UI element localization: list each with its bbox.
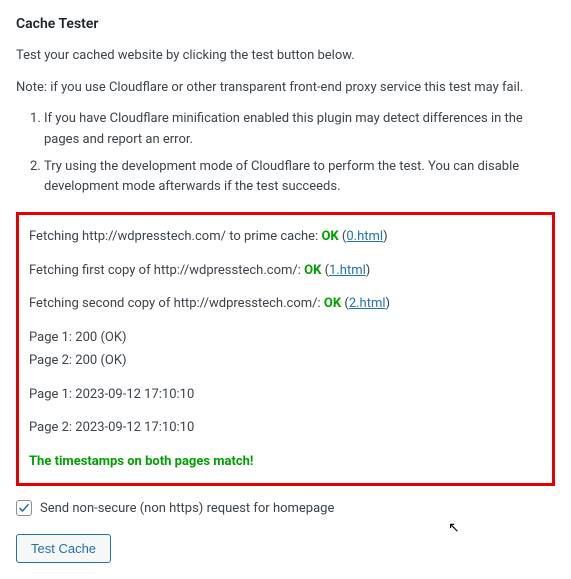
fetch-first-line: Fetching first copy of http://wdpresstec… [29,261,542,281]
fetch-prime-line: Fetching http://wdpresstech.com/ to prim… [29,227,542,247]
fetch-prime-prefix: Fetching http://wdpresstech.com/ to prim… [29,229,321,244]
fetch-first-link[interactable]: 1.html [329,263,366,278]
mouse-cursor-icon: ↖ [448,520,460,536]
non-secure-checkbox[interactable] [16,500,32,516]
fetch-first-status: OK [304,263,321,278]
tip-item: Try using the development mode of Cloudf… [44,157,555,199]
fetch-first-prefix: Fetching first copy of http://wdpresstec… [29,263,304,278]
tip-item: If you have Cloudflare minification enab… [44,109,555,151]
section-heading: Cache Tester [16,16,555,32]
fetch-second-prefix: Fetching second copy of http://wdpresste… [29,296,324,311]
page2-timestamp-line: Page 2: 2023-09-12 17:10:10 [29,418,542,438]
tips-list: If you have Cloudflare minification enab… [16,109,555,198]
timestamps-match-msg: The timestamps on both pages match! [29,452,542,472]
fetch-second-line: Fetching second copy of http://wdpresste… [29,294,542,314]
fetch-second-status: OK [324,296,341,311]
note-text: Note: if you use Cloudflare or other tra… [16,78,555,98]
page1-status-line: Page 1: 200 (OK) [29,328,542,348]
intro-text: Test your cached website by clicking the… [16,46,555,66]
test-results-box: Fetching http://wdpresstech.com/ to prim… [16,212,555,486]
test-cache-button[interactable]: Test Cache [16,534,111,563]
page1-timestamp-line: Page 1: 2023-09-12 17:10:10 [29,385,542,405]
page2-status-line: Page 2: 200 (OK) [29,351,542,371]
checkmark-icon [18,502,30,514]
fetch-prime-link[interactable]: 0.html [346,229,383,244]
fetch-second-link[interactable]: 2.html [349,296,386,311]
checkbox-label: Send non-secure (non https) request for … [40,501,334,516]
checkbox-row: Send non-secure (non https) request for … [16,500,555,516]
fetch-prime-status: OK [321,229,338,244]
